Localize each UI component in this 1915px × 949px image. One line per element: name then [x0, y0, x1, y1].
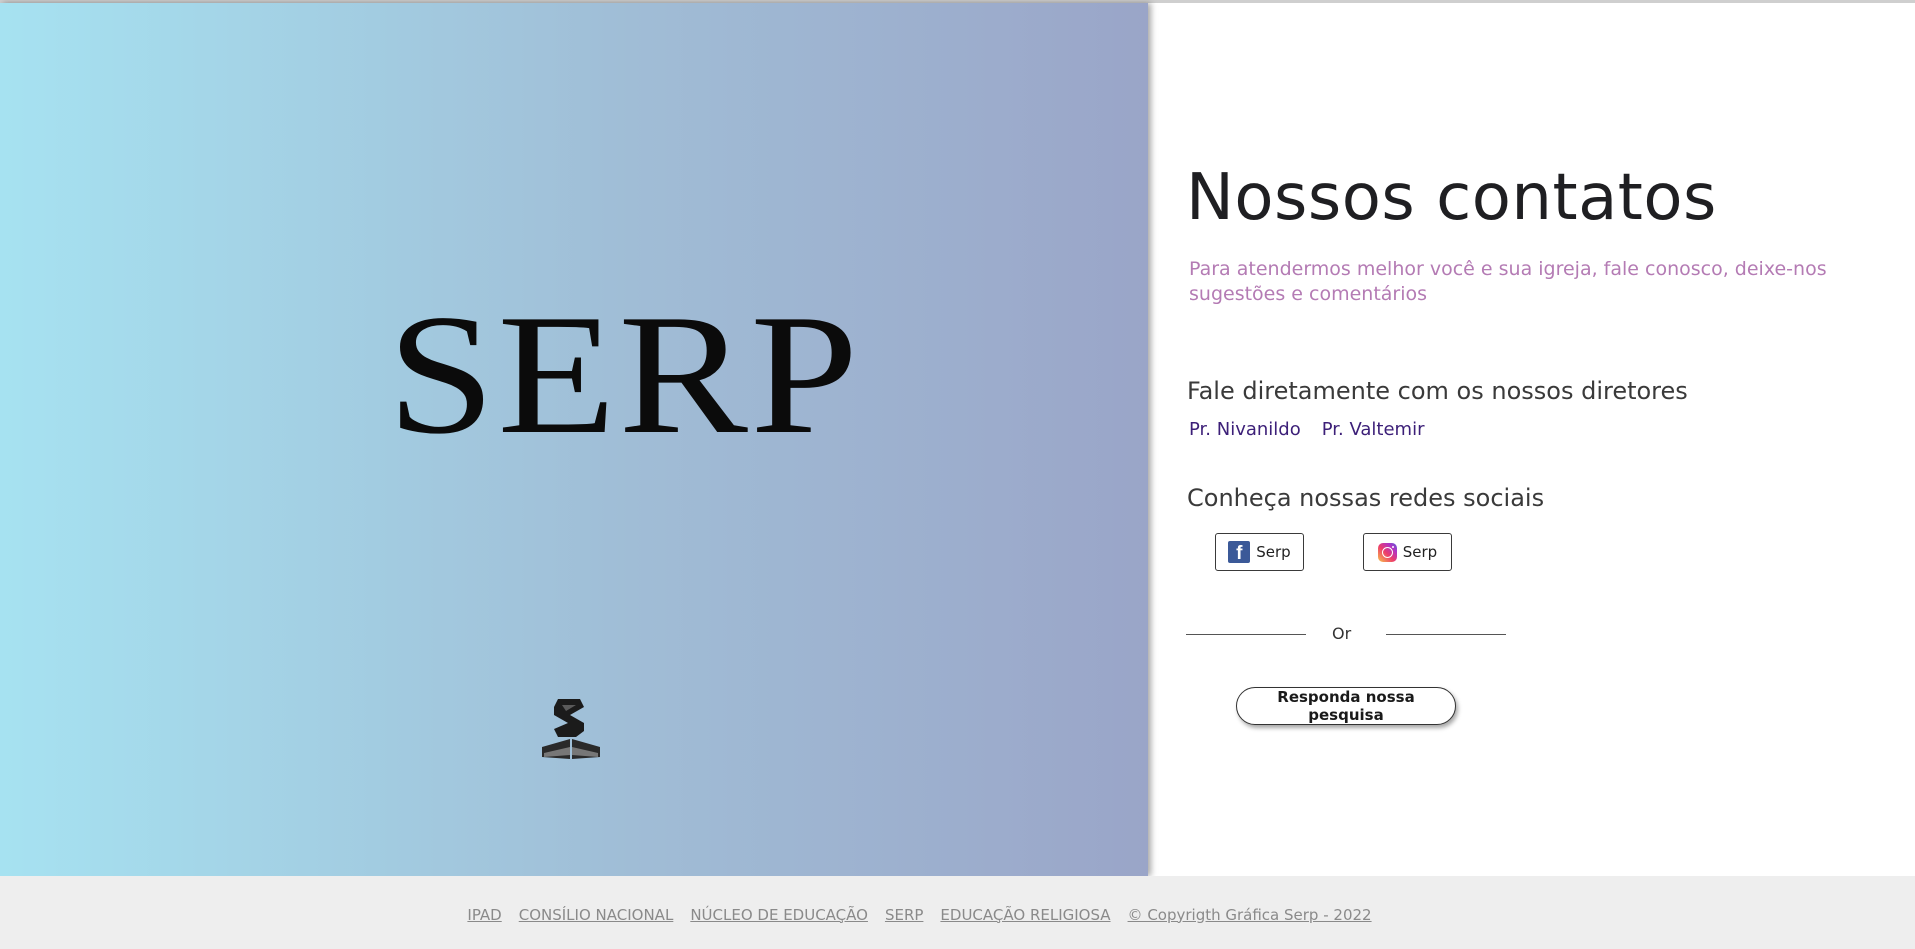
director-link-nivanildo[interactable]: Pr. Nivanildo: [1189, 419, 1301, 440]
footer-copyright-link[interactable]: © Copyrigth Gráfica Serp - 2022: [1128, 906, 1372, 924]
facebook-button[interactable]: f Serp: [1215, 533, 1304, 571]
footer-link-educacao-religiosa[interactable]: EDUCAÇÃO RELIGIOSA: [940, 906, 1110, 924]
or-divider: Or: [1186, 624, 1506, 646]
director-link-valtemir[interactable]: Pr. Valtemir: [1322, 419, 1425, 440]
footer-link-nucleo-educacao[interactable]: NÚCLEO DE EDUCAÇÃO: [690, 906, 868, 924]
instagram-icon: [1377, 542, 1397, 562]
divider-line-left: [1186, 634, 1306, 635]
social-heading: Conheça nossas redes sociais: [1187, 484, 1545, 512]
page-subtitle: Para atendermos melhor você e sua igreja…: [1189, 258, 1827, 305]
footer-link-ipad[interactable]: IPAD: [467, 906, 501, 924]
survey-button[interactable]: Responda nossa pesquisa: [1236, 687, 1456, 725]
directors-heading: Fale diretamente com os nossos diretores: [1187, 377, 1688, 405]
instagram-button[interactable]: Serp: [1363, 533, 1452, 571]
footer: IPAD CONSÍLIO NACIONAL NÚCLEO DE EDUCAÇÃ…: [0, 876, 1915, 949]
facebook-label: Serp: [1256, 543, 1291, 561]
serp-book-logo-icon: [542, 699, 600, 759]
hero-banner: SERP: [0, 3, 1148, 876]
footer-link-serp[interactable]: SERP: [885, 906, 923, 924]
divider-text: Or: [1332, 624, 1352, 643]
page-title: Nossos contatos: [1186, 161, 1717, 235]
footer-nav: IPAD CONSÍLIO NACIONAL NÚCLEO DE EDUCAÇÃ…: [467, 906, 1371, 924]
directors-list: Pr. Nivanildo Pr. Valtemir: [1189, 419, 1424, 440]
footer-link-consilio-nacional[interactable]: CONSÍLIO NACIONAL: [519, 906, 674, 924]
contact-panel: Nossos contatos Para atendermos melhor v…: [1148, 3, 1915, 876]
brand-wordmark: SERP: [387, 280, 861, 470]
facebook-icon: f: [1228, 541, 1251, 563]
divider-line-right: [1386, 634, 1506, 635]
instagram-label: Serp: [1402, 543, 1438, 561]
